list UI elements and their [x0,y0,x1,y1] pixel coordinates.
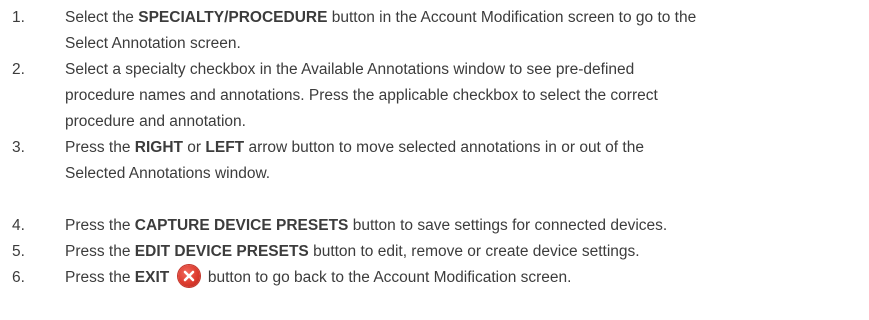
step-line: Select the SPECIALTY/PROCEDURE button in… [65,5,865,31]
step-line: procedure and annotation. [65,109,865,135]
body-text: procedure names and annotations. Press t… [65,87,658,104]
step-line: Press the CAPTURE DEVICE PRESETS button … [65,213,865,239]
instruction-list: 1. Select the SPECIALTY/PROCEDURE button … [0,0,869,320]
step-number: 5. [12,243,25,260]
step-number: 3. [12,139,25,156]
body-text: procedure and annotation. [65,113,246,130]
step-line: Select Annotation screen. [65,31,865,57]
body-text: Selected Annotations window. [65,165,271,182]
step-number: 4. [12,217,25,234]
step-line: Press the EXIT button to go back to the … [65,265,865,291]
body-text: Select Annotation screen. [65,35,241,52]
body-text: or [183,139,206,156]
step-number: 2. [12,61,25,78]
body-text: button in the Account Modification scree… [327,9,697,26]
step-text: Press the EDIT DEVICE PRESETS button to … [65,239,865,265]
button-name-text: SPECIALTY/PROCEDURE [138,9,328,26]
body-text: Press the [65,217,135,234]
body-text: Select the [65,9,139,26]
step-text: Press the CAPTURE DEVICE PRESETS button … [65,213,865,239]
step-number: 1. [12,9,25,26]
step-text: Press the EXIT button to go back to the … [65,265,865,291]
body-text: Press the [65,243,135,260]
step-line: Select a specialty checkbox in the Avail… [65,57,865,83]
body-text: button to edit, remove or create device … [308,243,640,260]
step-number: 6. [12,269,25,286]
step-text: Select a specialty checkbox in the Avail… [65,57,865,135]
button-name-text: EDIT DEVICE PRESETS [134,243,309,260]
step-line: procedure names and annotations. Press t… [65,83,865,109]
exit-x-icon [177,265,200,287]
body-text: Press the [65,269,135,286]
step-line: Selected Annotations window. [65,161,865,187]
step-line: Press the EDIT DEVICE PRESETS button to … [65,239,865,265]
button-name-text: EXIT [134,269,170,286]
button-name-text: LEFT [205,139,245,156]
button-name-text: RIGHT [134,139,183,156]
step-line: Press the RIGHT or LEFT arrow button to … [65,135,865,161]
button-name-text: CAPTURE DEVICE PRESETS [134,217,349,234]
step-text: Select the SPECIALTY/PROCEDURE button in… [65,5,865,57]
body-text: button to save settings for connected de… [348,217,668,234]
body-text [169,269,173,286]
step-text: Press the RIGHT or LEFT arrow button to … [65,135,865,187]
body-text: arrow button to move selected annotation… [244,139,644,156]
body-text: button to go back to the Account Modific… [203,269,572,286]
body-text: Select a specialty checkbox in the Avail… [65,61,635,78]
body-text: Press the [65,139,135,156]
